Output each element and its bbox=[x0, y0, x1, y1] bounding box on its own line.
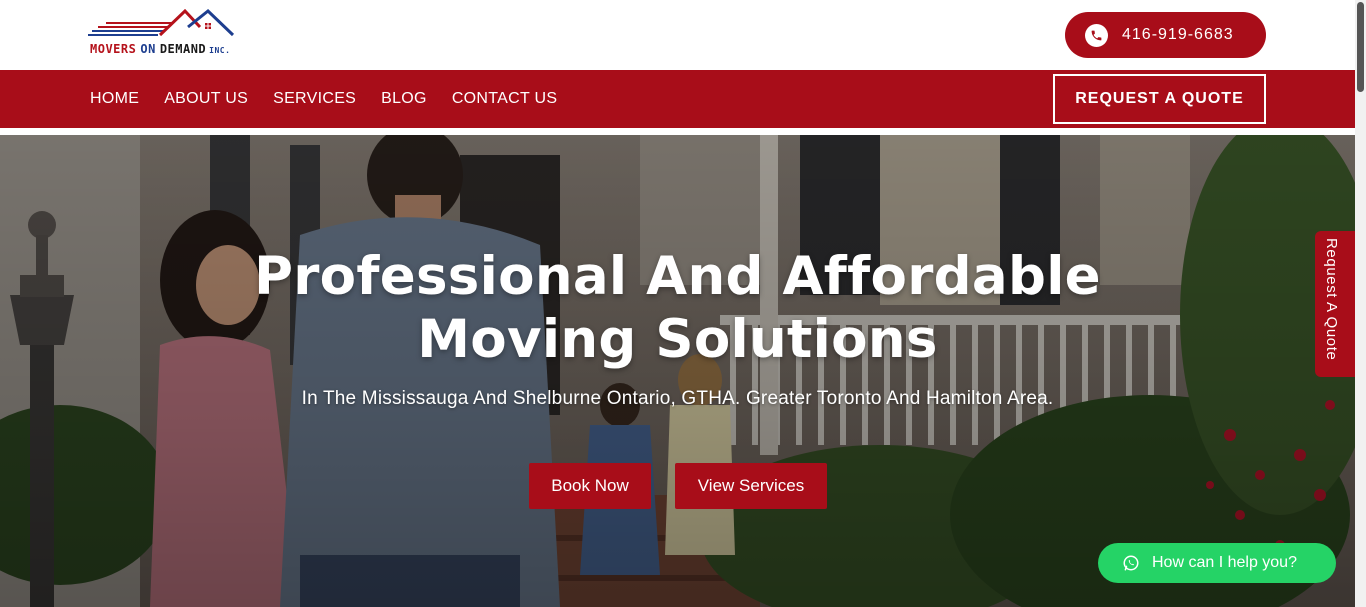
logo-word-movers: MOVERS bbox=[90, 42, 137, 56]
page-scrollbar[interactable] bbox=[1355, 0, 1366, 607]
hero-title-line1: Professional And Affordable bbox=[254, 246, 1101, 307]
phone-number: 416-919-6683 bbox=[1122, 26, 1234, 43]
logo-word-demand: DEMAND bbox=[159, 42, 207, 56]
hero-background-image bbox=[0, 135, 1355, 607]
nav-item-about-us[interactable]: ABOUT US bbox=[164, 90, 248, 108]
side-tab-label: Request A Quote bbox=[1323, 238, 1340, 361]
logo-word-inc: INC. bbox=[209, 46, 231, 55]
nav-divider bbox=[0, 128, 1355, 135]
phone-icon bbox=[1085, 23, 1108, 47]
logo-wordmark: MOVERS ON DEMAND INC. bbox=[90, 42, 230, 56]
whatsapp-icon bbox=[1123, 555, 1139, 571]
nav-item-home[interactable]: HOME bbox=[90, 90, 139, 108]
hero-title-line2: Moving Solutions bbox=[417, 309, 938, 370]
top-header: MOVERS ON DEMAND INC. 416-919-6683 bbox=[0, 0, 1355, 70]
hero-subtitle: In The Mississauga And Shelburne Ontario… bbox=[301, 388, 1054, 409]
house-roof-logo-icon bbox=[88, 9, 235, 37]
whatsapp-chat-button[interactable]: How can I help you? bbox=[1098, 543, 1336, 583]
chat-label: How can I help you? bbox=[1152, 554, 1297, 571]
nav-item-blog[interactable]: BLOG bbox=[381, 90, 427, 108]
main-navigation: HOME ABOUT US SERVICES BLOG CONTACT US R… bbox=[0, 70, 1355, 128]
book-now-button[interactable]: Book Now bbox=[529, 463, 651, 509]
nav-menu: HOME ABOUT US SERVICES BLOG CONTACT US bbox=[90, 70, 582, 128]
request-quote-side-tab[interactable]: Request A Quote bbox=[1315, 231, 1355, 377]
logo-word-on: ON bbox=[140, 42, 156, 56]
request-quote-button[interactable]: REQUEST A QUOTE bbox=[1053, 74, 1266, 124]
phone-call-button[interactable]: 416-919-6683 bbox=[1065, 12, 1266, 58]
nav-item-services[interactable]: SERVICES bbox=[273, 90, 356, 108]
nav-item-contact-us[interactable]: CONTACT US bbox=[452, 90, 558, 108]
hero-title: Professional And Affordable Moving Solut… bbox=[0, 245, 1355, 371]
company-logo[interactable]: MOVERS ON DEMAND INC. bbox=[88, 9, 268, 61]
scrollbar-thumb[interactable] bbox=[1357, 2, 1364, 92]
hero-section: Professional And Affordable Moving Solut… bbox=[0, 135, 1355, 607]
view-services-button[interactable]: View Services bbox=[675, 463, 827, 509]
